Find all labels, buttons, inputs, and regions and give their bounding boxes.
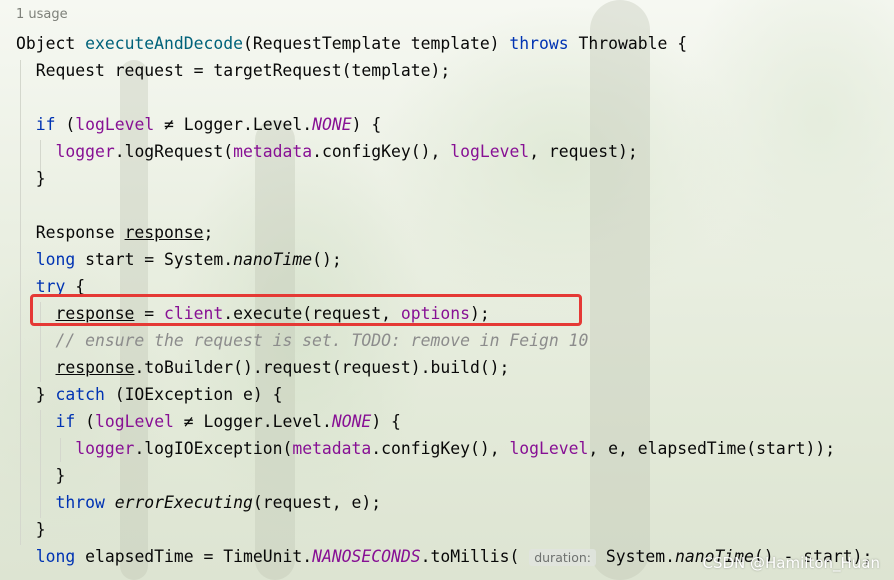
code-line: } [16, 466, 66, 485]
code-line: Object executeAndDecode(RequestTemplate … [16, 34, 688, 53]
code-line: response.toBuilder().request(request).bu… [55, 358, 510, 377]
code-line: } [16, 520, 46, 539]
code-line: if (logLevel ≠ Logger.Level.NONE) { [35, 115, 382, 134]
code-line-comment: // ensure the request is set. TODO: remo… [55, 331, 589, 350]
method-name[interactable]: executeAndDecode [85, 34, 243, 53]
code-line: Response response; [16, 223, 214, 242]
code-line: throw errorExecuting(request, e); [55, 493, 382, 512]
code-line: Request request = targetRequest(template… [16, 61, 451, 80]
code-line: long start = System.nanoTime(); [35, 250, 342, 269]
code-line: if (logLevel ≠ Logger.Level.NONE) { [55, 412, 401, 431]
code-line: } catch (IOException e) { [16, 385, 283, 404]
code-line: } [16, 169, 46, 188]
code-line: logger.logIOException(metadata.configKey… [75, 439, 836, 458]
highlight-box [30, 294, 582, 326]
code-line: logger.logRequest(metadata.configKey(), … [55, 142, 638, 161]
usage-hint[interactable]: 1 usage [16, 7, 68, 22]
parameter-hint: duration: [529, 549, 597, 566]
watermark: CSDN @Hamilton_Huan [702, 554, 880, 572]
